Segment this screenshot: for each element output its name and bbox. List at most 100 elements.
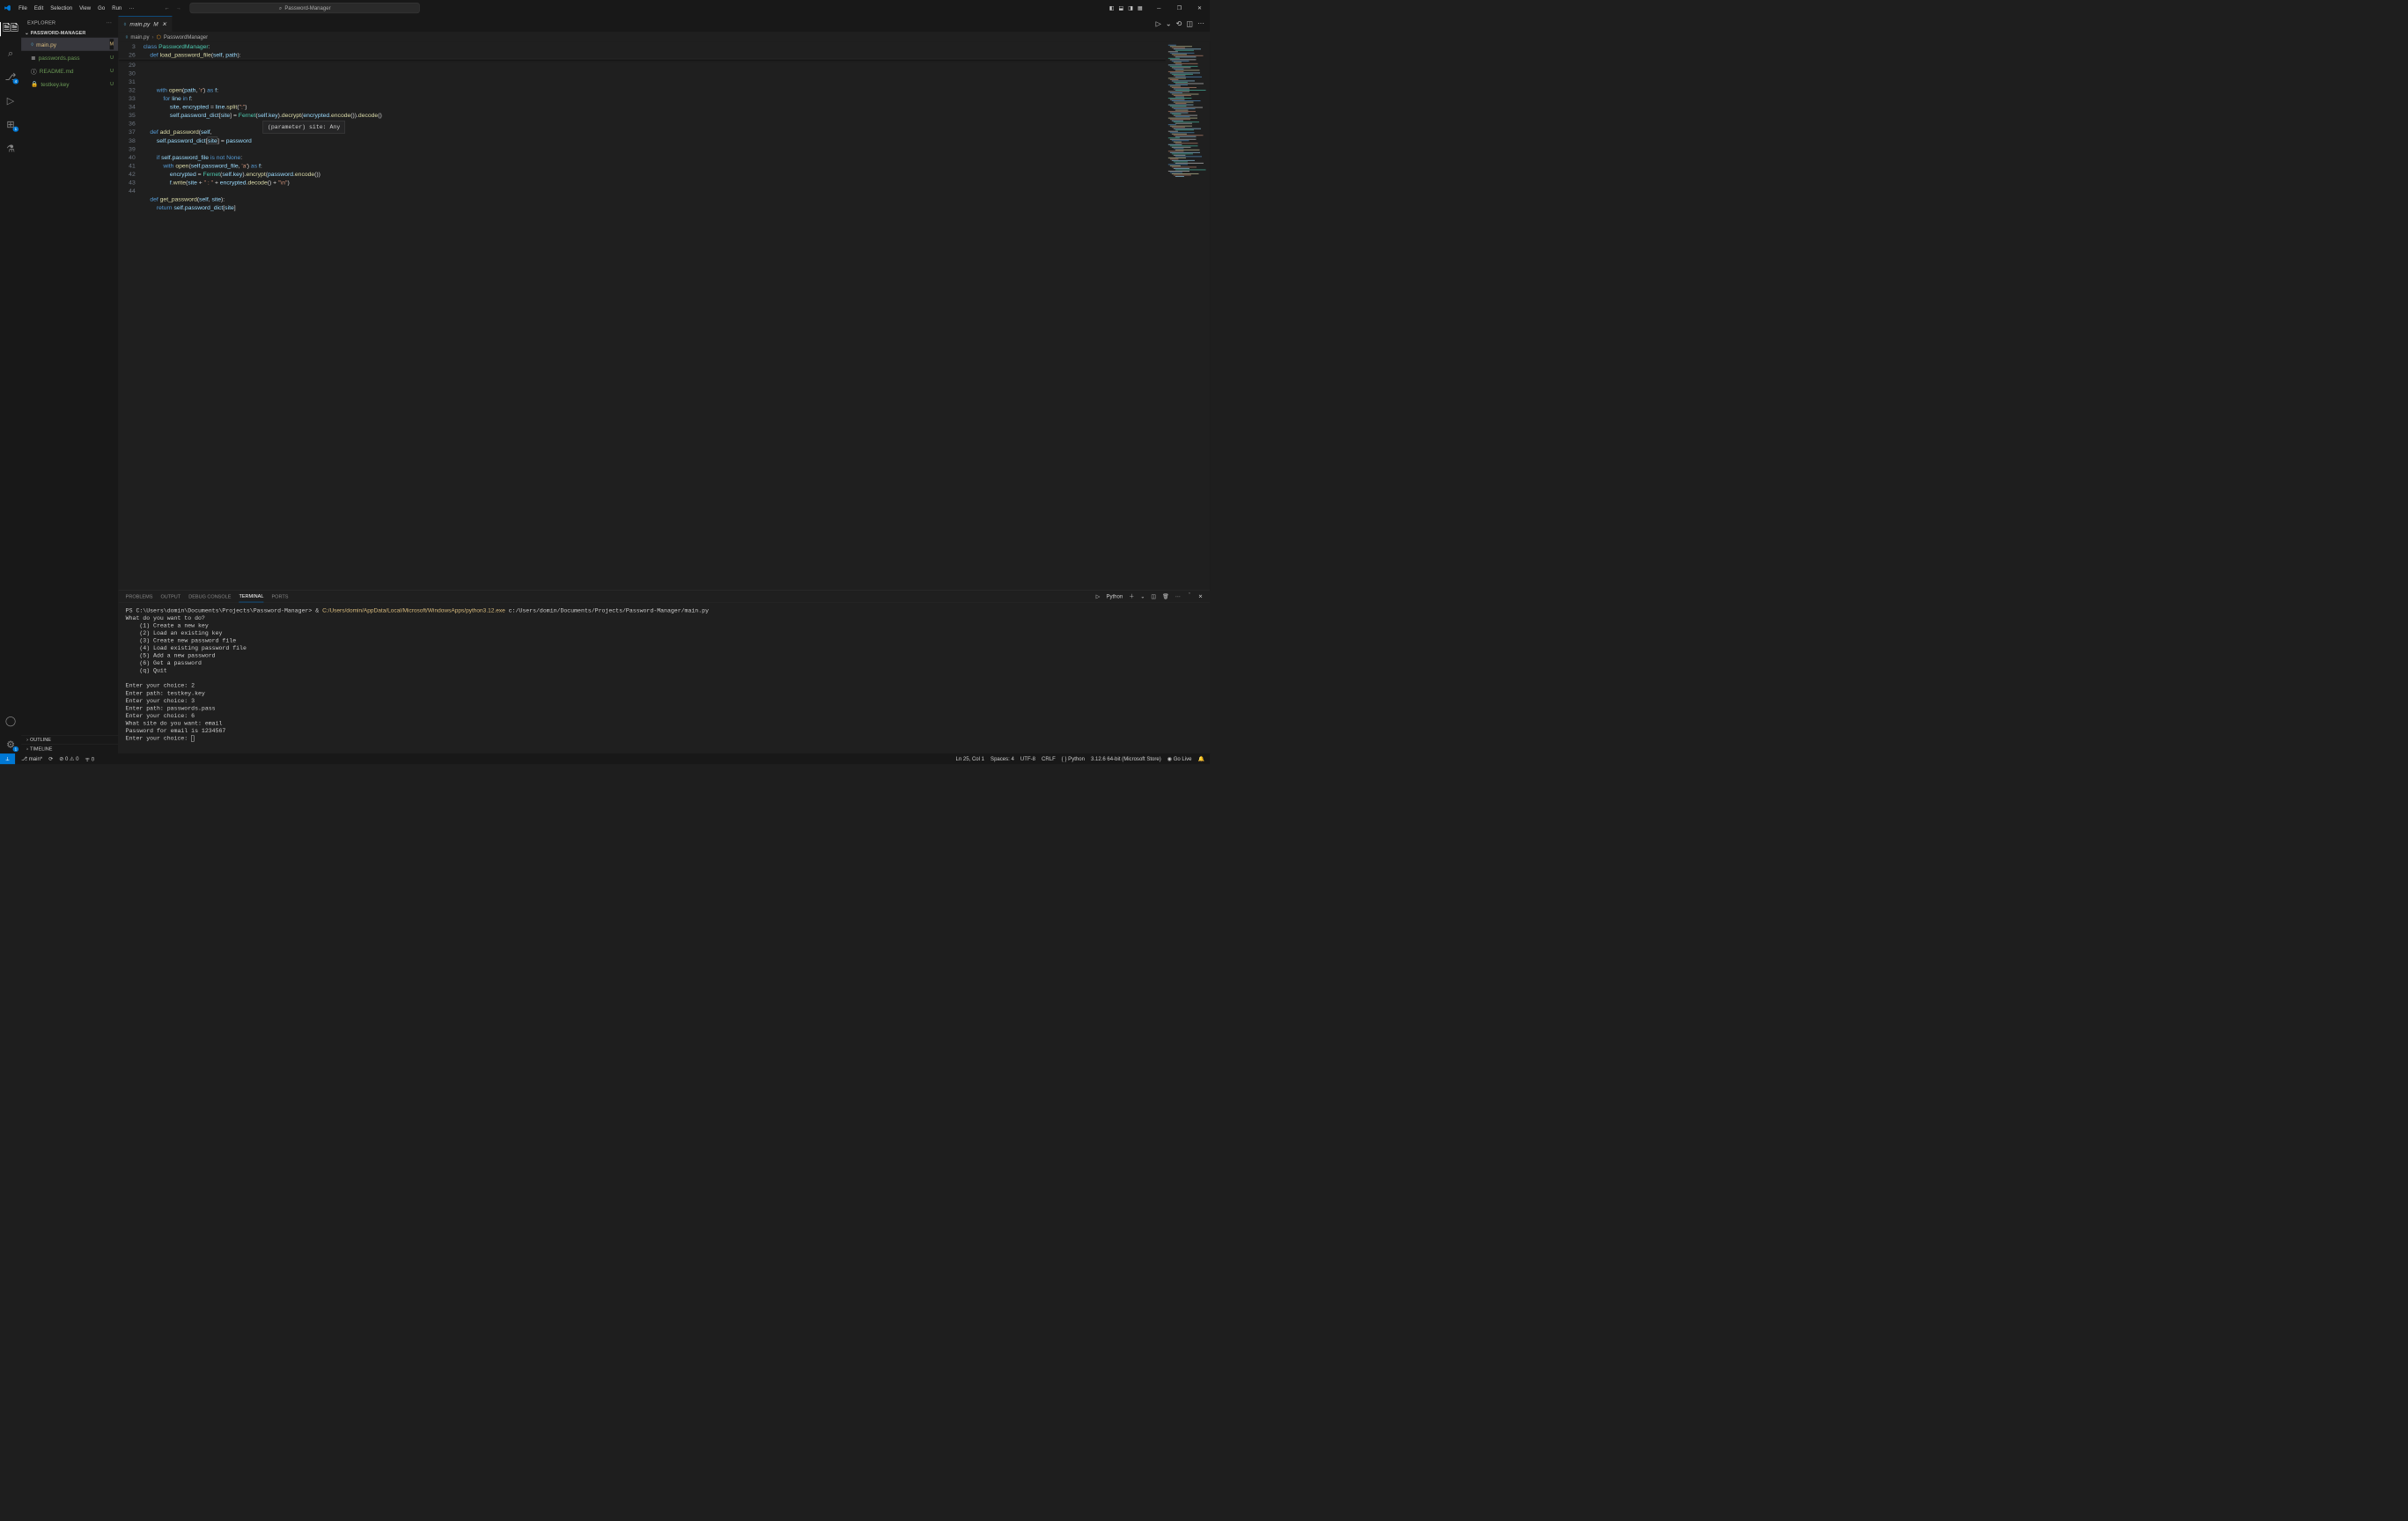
- run-chevron-icon[interactable]: ⌄: [1166, 19, 1172, 28]
- status-indentation[interactable]: Spaces: 4: [990, 756, 1014, 762]
- nav-back-icon[interactable]: ←: [165, 5, 170, 11]
- split-terminal-icon[interactable]: ◫: [1151, 593, 1156, 599]
- file-icon: ⓘ: [31, 67, 37, 76]
- class-icon: ⬡: [157, 33, 161, 40]
- timeline-section[interactable]: ›TIMELINE: [21, 745, 118, 754]
- tab-terminal[interactable]: TERMINAL: [239, 592, 263, 603]
- breadcrumb[interactable]: ⬨ main.py › ⬡ PasswordManager: [119, 32, 1210, 42]
- code-line[interactable]: return self.password_dict[site]: [144, 203, 382, 212]
- file-row-main-py[interactable]: ⬨main.pyM: [21, 38, 118, 51]
- code-line[interactable]: self.password_dict[site] = Fernet(self.k…: [144, 111, 382, 120]
- code-line[interactable]: f.write(site + " : " + encrypted.decode(…: [144, 178, 382, 187]
- sticky-scroll[interactable]: 326 class PasswordManager: def load_pass…: [119, 42, 1210, 60]
- code-line[interactable]: encrypted = Fernet(self.key).encrypt(pas…: [144, 170, 382, 179]
- chevron-down-icon: ⌄: [25, 30, 29, 36]
- activity-search[interactable]: ⌕: [0, 44, 21, 62]
- search-icon: ⌕: [8, 48, 13, 59]
- golive-label: Go Live: [1174, 756, 1192, 762]
- beaker-icon: ⚗: [6, 143, 15, 154]
- breadcrumb-class[interactable]: PasswordManager: [164, 33, 208, 40]
- menu-run[interactable]: Run: [108, 5, 125, 11]
- terminal-lang-label: Python: [1106, 593, 1123, 599]
- status-interpreter[interactable]: 3.12.6 64-bit (Microsoft Store): [1091, 756, 1161, 762]
- code-line[interactable]: with open(path, 'r') as f:: [144, 85, 382, 94]
- menu-go[interactable]: Go: [94, 5, 108, 11]
- file-name: testkey.key: [41, 81, 69, 88]
- file-row-README-md[interactable]: ⓘREADME.mdU: [21, 64, 118, 77]
- menu-selection[interactable]: Selection: [47, 5, 76, 11]
- activity-explorer[interactable]: 🗎🗎: [0, 20, 21, 38]
- status-eol[interactable]: CRLF: [1042, 756, 1056, 762]
- text-editor[interactable]: 326 class PasswordManager: def load_pass…: [119, 42, 1210, 590]
- file-name: passwords.pass: [39, 55, 80, 62]
- close-panel-icon[interactable]: ✕: [1198, 593, 1203, 599]
- maximize-button[interactable]: ❐: [1169, 0, 1189, 16]
- code-line[interactable]: [144, 187, 382, 195]
- tab-close-icon[interactable]: ✕: [162, 20, 166, 27]
- run-python-icon[interactable]: ▷: [1156, 19, 1161, 28]
- code-line[interactable]: site, encrypted = line.split(":"): [144, 103, 382, 112]
- code-line[interactable]: with open(self.password_file, 'a') as f:: [144, 161, 382, 170]
- split-editor-icon[interactable]: ◫: [1186, 19, 1193, 28]
- terminal-body[interactable]: PS C:\Users\domin\Documents\Projects\Pas…: [119, 603, 1210, 753]
- code-line[interactable]: for line in f:: [144, 94, 382, 103]
- status-language[interactable]: { } Python: [1062, 756, 1085, 762]
- code-line[interactable]: self.password_dict[site] = password: [144, 136, 382, 145]
- compare-changes-icon[interactable]: ⟲: [1176, 19, 1182, 28]
- new-terminal-chevron-icon[interactable]: ⌄: [1140, 593, 1145, 599]
- remote-indicator[interactable]: ⟂: [0, 753, 15, 764]
- activity-run-debug[interactable]: ▷: [0, 92, 21, 109]
- toggle-primary-sidebar-icon[interactable]: ◧: [1109, 5, 1115, 11]
- editor-more-icon[interactable]: ···: [1197, 20, 1204, 28]
- activity-extensions[interactable]: ⊞1: [0, 116, 21, 134]
- command-center-search[interactable]: ⌕ Password-Manager: [190, 3, 420, 13]
- file-status: U: [110, 52, 114, 62]
- menu-edit[interactable]: Edit: [31, 5, 47, 11]
- minimize-button[interactable]: ─: [1149, 0, 1169, 16]
- tab-ports[interactable]: PORTS: [271, 592, 288, 602]
- maximize-panel-icon[interactable]: ＾: [1187, 592, 1192, 600]
- kill-terminal-icon[interactable]: 🗑: [1162, 593, 1169, 599]
- customize-layout-icon[interactable]: ▦: [1138, 5, 1143, 11]
- status-cursor-position[interactable]: Ln 25, Col 1: [956, 756, 985, 762]
- file-status: U: [110, 65, 114, 76]
- status-golive[interactable]: ◉ Go Live: [1167, 756, 1192, 762]
- status-encoding[interactable]: UTF-8: [1020, 756, 1035, 762]
- activity-testing[interactable]: ⚗: [0, 140, 21, 158]
- menu-file[interactable]: File: [15, 5, 31, 11]
- nav-forward-icon[interactable]: →: [176, 5, 181, 11]
- status-problems[interactable]: ⊘ 0 ⚠ 0: [59, 756, 78, 762]
- tab-main-py[interactable]: ⬨ main.py M ✕: [119, 16, 173, 32]
- code-line[interactable]: [144, 212, 382, 221]
- toggle-secondary-sidebar-icon[interactable]: ◨: [1128, 5, 1133, 11]
- activity-account[interactable]: ◯: [0, 712, 21, 730]
- new-terminal-icon[interactable]: ＋: [1129, 592, 1134, 600]
- explorer-more-icon[interactable]: ···: [107, 20, 112, 26]
- branch-icon: ⎇: [21, 756, 29, 762]
- activity-settings[interactable]: ⚙1: [0, 736, 21, 753]
- menu-more-icon[interactable]: ···: [125, 5, 137, 11]
- status-sync-icon[interactable]: ⟳: [48, 756, 53, 762]
- toggle-panel-icon[interactable]: ⬓: [1119, 5, 1124, 11]
- status-ports[interactable]: ᯤ 0: [85, 755, 95, 763]
- close-window-button[interactable]: ✕: [1189, 0, 1210, 16]
- file-row-testkey-key[interactable]: 🔒testkey.keyU: [21, 77, 118, 91]
- breadcrumb-file[interactable]: main.py: [130, 33, 149, 40]
- bottom-panel: PROBLEMS OUTPUT DEBUG CONSOLE TERMINAL P…: [119, 590, 1210, 753]
- code-line[interactable]: def get_password(self, site):: [144, 195, 382, 204]
- tab-debug-console[interactable]: DEBUG CONSOLE: [188, 592, 231, 602]
- launch-profile-icon[interactable]: ▷: [1096, 593, 1101, 599]
- panel-more-icon[interactable]: ···: [1175, 593, 1181, 599]
- activity-scm[interactable]: ⎇4: [0, 68, 21, 85]
- tab-problems[interactable]: PROBLEMS: [126, 592, 153, 602]
- notifications-icon[interactable]: 🔔: [1198, 756, 1205, 762]
- minimap[interactable]: [1166, 42, 1210, 590]
- code-line[interactable]: [144, 144, 382, 153]
- status-branch[interactable]: ⎇ main*: [21, 756, 42, 762]
- file-row-passwords-pass[interactable]: ≣passwords.passU: [21, 51, 118, 64]
- outline-section[interactable]: ›OUTLINE: [21, 735, 118, 745]
- code-line[interactable]: if self.password_file is not None:: [144, 153, 382, 162]
- menu-view[interactable]: View: [76, 5, 94, 11]
- folder-header[interactable]: ⌄ PASSWORD-MANAGER: [21, 28, 118, 38]
- tab-output[interactable]: OUTPUT: [160, 592, 180, 602]
